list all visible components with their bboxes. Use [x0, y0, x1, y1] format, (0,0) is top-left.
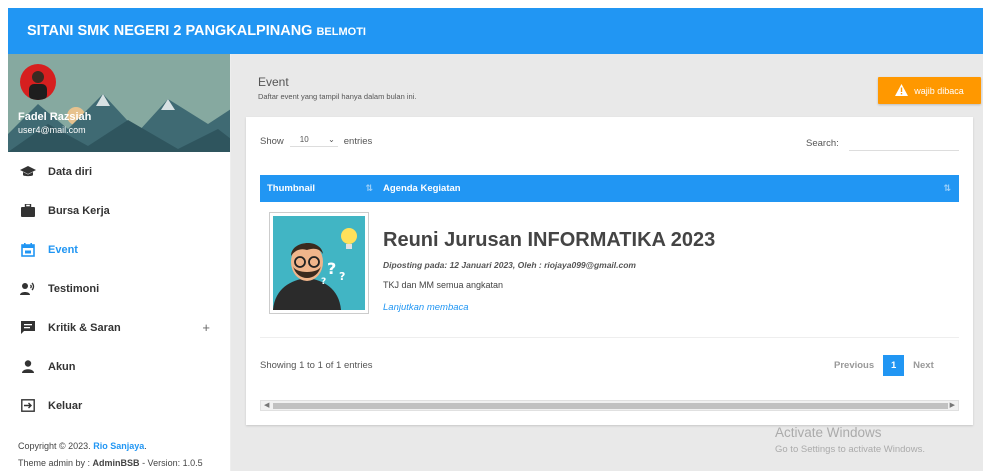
briefcase-icon — [20, 204, 36, 218]
warning-icon — [895, 83, 909, 98]
sort-icon: ⇅ — [365, 183, 373, 193]
column-header-agenda[interactable]: Agenda Kegiatan ⇅ — [381, 183, 959, 194]
sidebar-item-label: Testimoni — [48, 282, 100, 295]
sidebar-item-testimoni[interactable]: Testimoni — [8, 269, 230, 308]
search-input[interactable] — [848, 135, 959, 151]
page-subtitle: Daftar event yang tampil hanya dalam bul… — [258, 92, 417, 101]
sidebar-item-keluar[interactable]: Keluar — [8, 386, 230, 425]
sidebar-item-label: Akun — [48, 360, 76, 373]
event-meta: Diposting pada: 12 Januari 2023, Oleh : … — [383, 260, 636, 270]
event-thumbnail[interactable]: ? ? ? — [269, 212, 369, 314]
copyright-line: Copyright © 2023. Rio Sanjaya. — [18, 441, 147, 451]
user-email: user4@mail.com — [18, 125, 86, 135]
next-button[interactable]: Next — [913, 360, 934, 371]
table-search: Search: — [806, 135, 959, 151]
scrollbar-thumb[interactable] — [273, 403, 948, 409]
column-header-thumbnail[interactable]: Thumbnail ⇅ — [260, 183, 381, 194]
sidebar-item-kritik-saran[interactable]: Kritik & Saran + — [8, 308, 230, 347]
avatar[interactable] — [20, 64, 56, 100]
user-info-panel: Fadel Razsiah user4@mail.com — [8, 54, 230, 152]
previous-button[interactable]: Previous — [834, 360, 874, 371]
page-1-button[interactable]: 1 — [883, 355, 905, 376]
wajib-dibaca-button[interactable]: wajib dibaca — [878, 77, 981, 104]
table-row: ? ? ? Reuni Jurusan INFORMATIKA 2023 Dip… — [260, 202, 959, 338]
entries-select[interactable]: 10 ⌄ — [289, 135, 338, 147]
event-title[interactable]: Reuni Jurusan INFORMATIKA 2023 — [383, 229, 715, 252]
scroll-left-icon[interactable]: ◀ — [264, 401, 269, 410]
svg-text:?: ? — [321, 277, 326, 287]
theme-line: Theme admin by : AdminBSB - Version: 1.0… — [18, 458, 203, 468]
main-content: Event Daftar event yang tampil hanya dal… — [231, 54, 983, 471]
warning-button-label: wajib dibaca — [914, 85, 964, 96]
sidebar-item-data-diri[interactable]: Data diri — [8, 152, 230, 191]
sidebar: Fadel Razsiah user4@mail.com Data diri B… — [8, 54, 231, 471]
horizontal-scrollbar[interactable]: ◀ ▶ — [260, 400, 959, 411]
svg-text:?: ? — [339, 270, 345, 283]
table-header: Thumbnail ⇅ Agenda Kegiatan ⇅ — [260, 175, 959, 202]
sidebar-item-bursa-kerja[interactable]: Bursa Kerja — [8, 191, 230, 230]
entries-length: Show 10 ⌄ entries — [260, 135, 373, 147]
scroll-right-icon[interactable]: ▶ — [950, 401, 955, 410]
sidebar-item-label: Event — [48, 243, 78, 256]
sidebar-item-label: Bursa Kerja — [48, 204, 110, 217]
event-description: TKJ dan MM semua angkatan — [383, 280, 504, 290]
read-more-link[interactable]: Lanjutkan membaca — [383, 302, 469, 313]
sidebar-footer: Copyright © 2023. Rio Sanjaya. Theme adm… — [18, 438, 203, 471]
graduation-cap-icon — [20, 165, 36, 179]
page-title: Event — [258, 75, 289, 89]
sidebar-item-label: Kritik & Saran — [48, 321, 121, 334]
sidebar-item-akun[interactable]: Akun — [8, 347, 230, 386]
top-navbar: SITANI SMK NEGERI 2 PANGKALPINANG BELMOTI — [8, 8, 983, 54]
table-info: Showing 1 to 1 of 1 entries — [260, 360, 373, 371]
svg-text:?: ? — [327, 259, 336, 278]
pagination: Previous 1 Next — [834, 355, 934, 376]
author-link[interactable]: Rio Sanjaya — [93, 441, 144, 451]
sidebar-item-label: Data diri — [48, 165, 93, 178]
brand-title[interactable]: SITANI SMK NEGERI 2 PANGKALPINANG BELMOTI — [27, 23, 366, 39]
sort-icon: ⇅ — [943, 183, 951, 193]
calendar-icon — [20, 242, 36, 257]
expand-icon[interactable]: + — [202, 320, 210, 335]
logout-icon — [20, 399, 36, 413]
event-table-card: Show 10 ⌄ entries Search: Thumbnail ⇅ Agen… — [246, 117, 973, 425]
activate-windows-subtitle: Go to Settings to activate Windows. — [775, 444, 925, 455]
person-icon — [20, 360, 36, 374]
feedback-icon — [20, 321, 36, 335]
activate-windows-title: Activate Windows — [775, 425, 882, 440]
sidebar-item-label: Keluar — [48, 399, 83, 412]
chevron-down-icon: ⌄ — [328, 135, 335, 144]
user-name: Fadel Razsiah — [18, 111, 92, 123]
sidebar-menu: Data diri Bursa Kerja Event Testimoni Kr… — [8, 152, 230, 425]
record-voice-icon — [20, 282, 36, 296]
sidebar-item-event[interactable]: Event — [8, 230, 230, 269]
